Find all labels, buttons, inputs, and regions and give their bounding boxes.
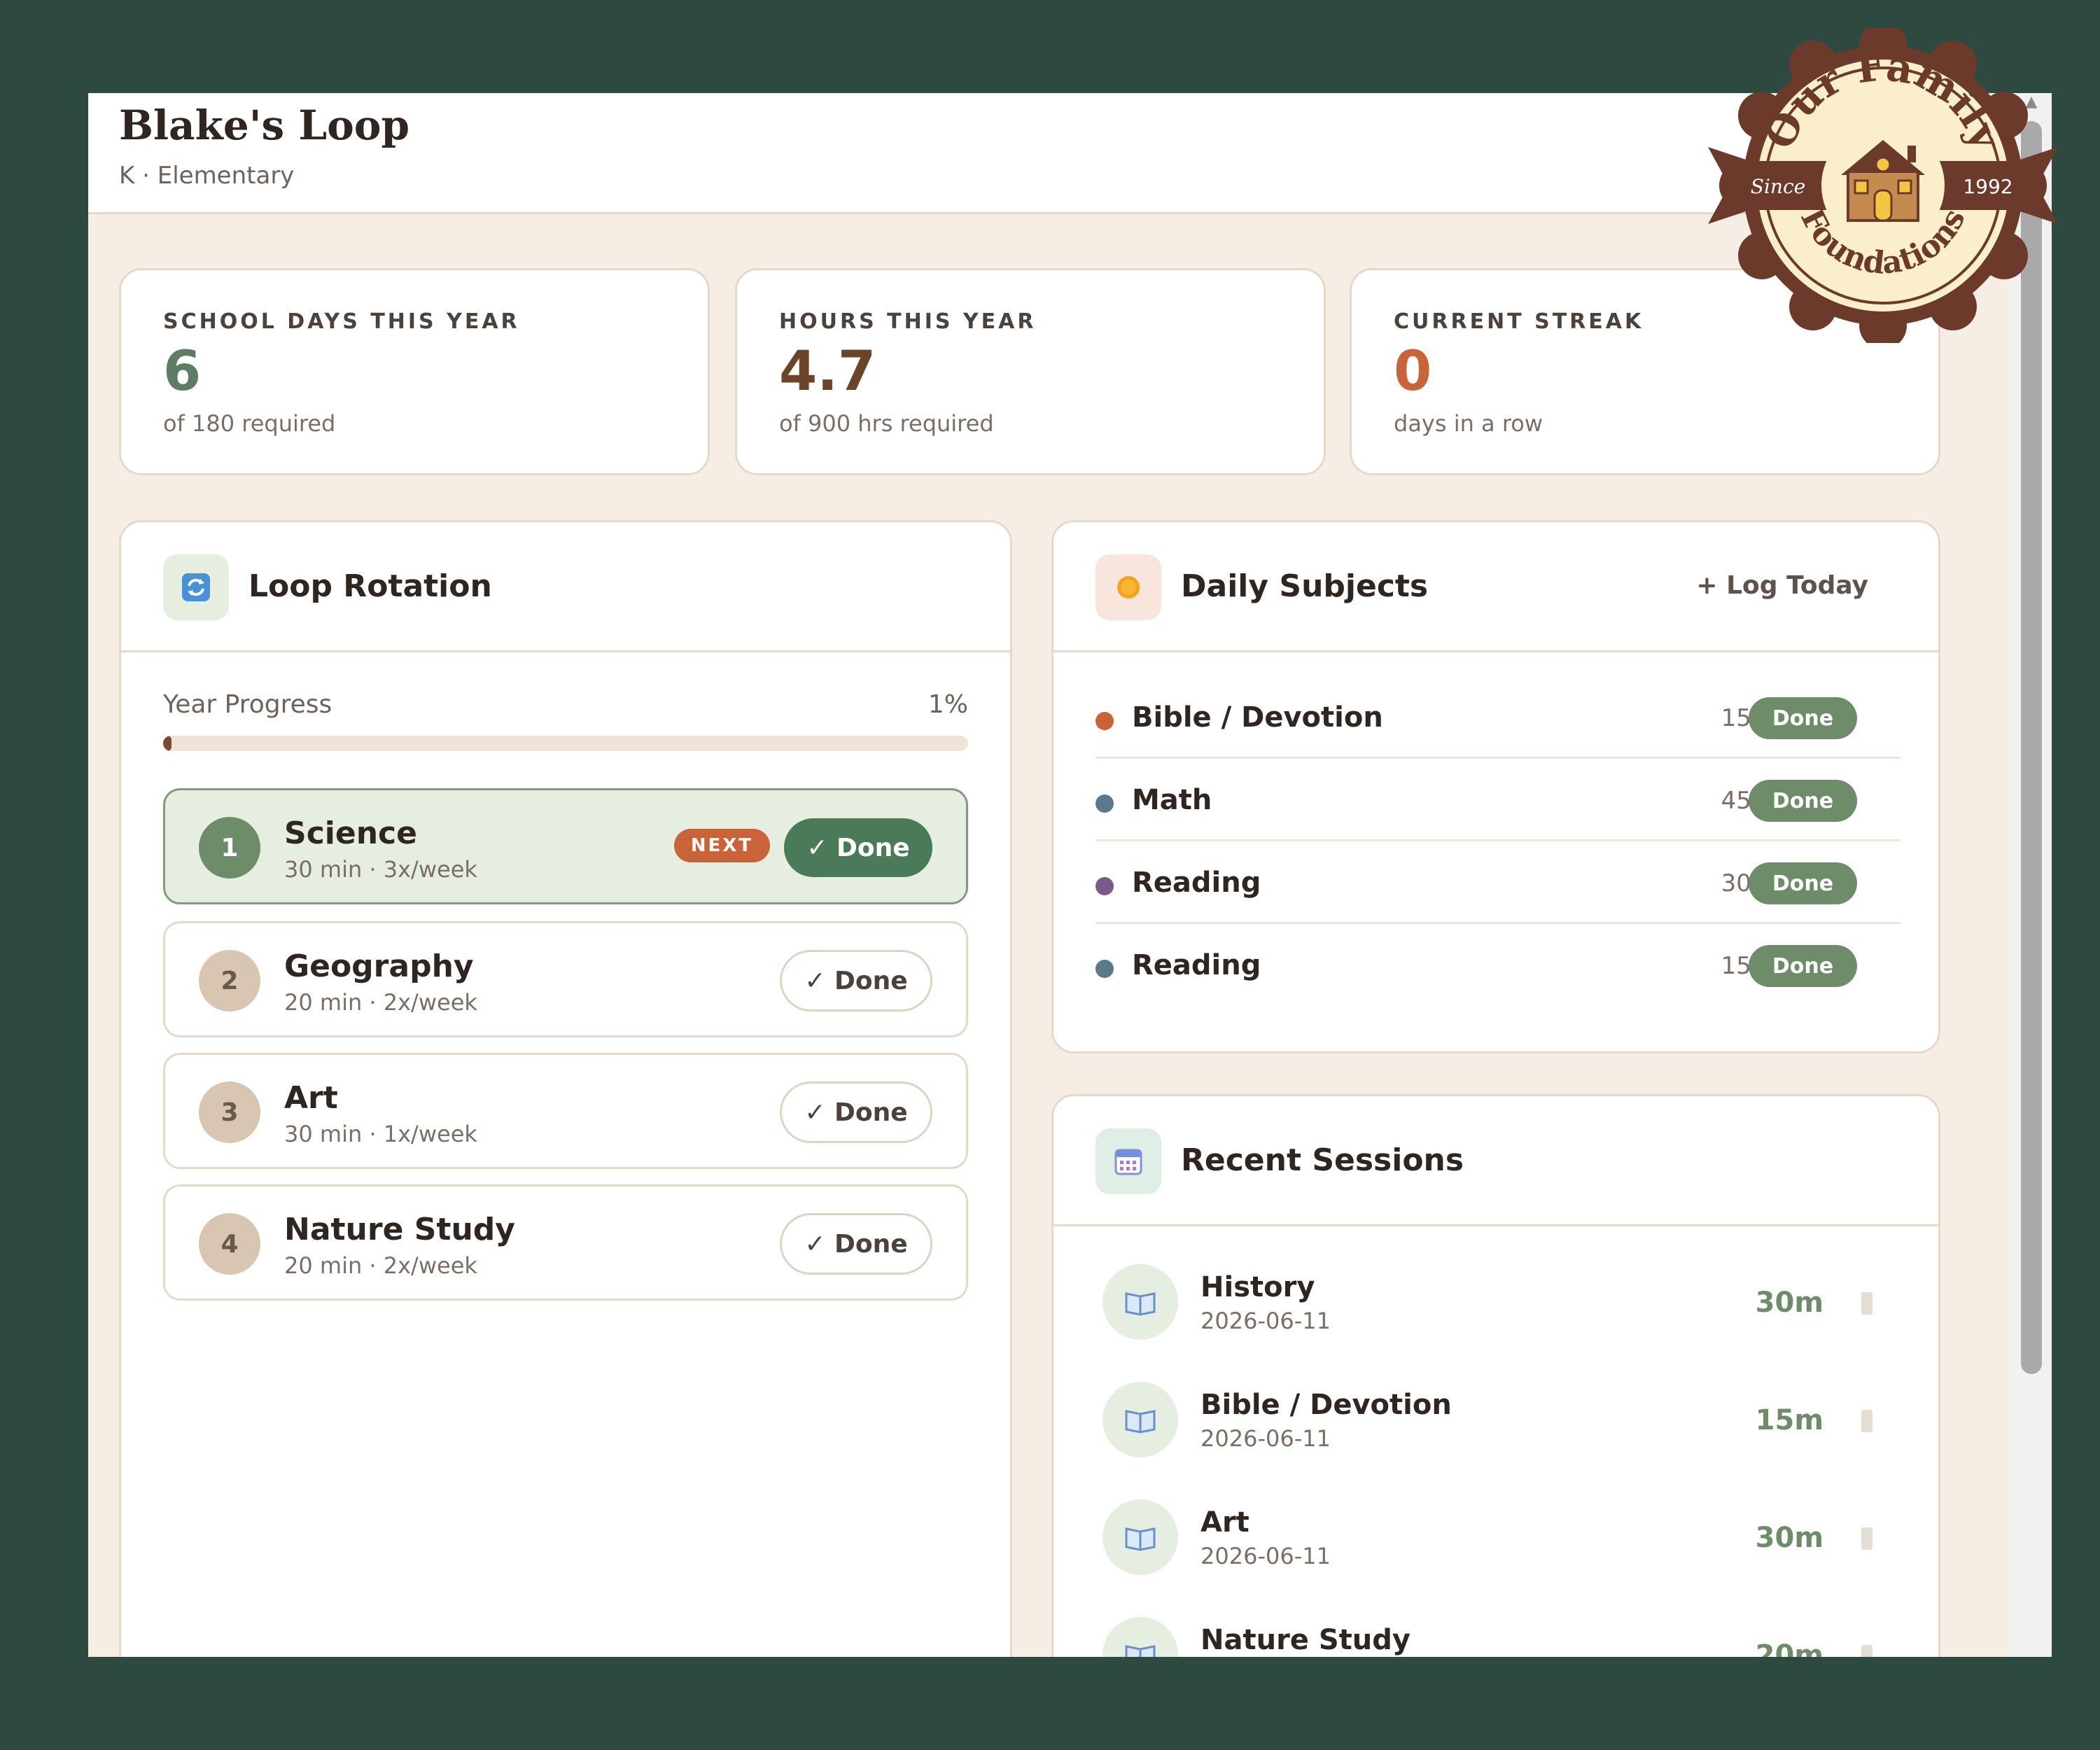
- page-title: Blake's Loop: [119, 102, 410, 149]
- page-subtitle: K · Elementary: [119, 162, 295, 190]
- panel-title: Daily Subjects: [1181, 568, 1429, 604]
- list-item: History 2026-06-11 30m: [1096, 1250, 1900, 1355]
- loop-item-number: 4: [199, 1213, 260, 1275]
- loop-rotation-panel: Loop Rotation Year Progress 1% 1 Science…: [119, 520, 1012, 1657]
- loop-item-name: Art: [284, 1080, 338, 1116]
- book-icon: [1102, 1382, 1178, 1457]
- year-progress-bar: [163, 736, 968, 751]
- book-icon: [1102, 1264, 1178, 1340]
- stat-label: HOURS THIS YEAR: [779, 309, 1037, 334]
- list-item: Bible / Devotion 15m Done: [1096, 676, 1900, 759]
- our-family-foundations-logo: Our Family Foundations Since 1992: [1708, 22, 2058, 349]
- panel-header: Loop Rotation: [121, 522, 1010, 652]
- session-duration: 20m: [1755, 1639, 1823, 1657]
- session-duration: 15m: [1755, 1404, 1823, 1436]
- logo-right-text: 1992: [1963, 175, 2012, 198]
- subject-color-dot: [1096, 877, 1114, 895]
- recent-sessions-panel: Recent Sessions History 2026-06-11 30m B…: [1051, 1094, 1940, 1657]
- stat-value: 6: [163, 340, 202, 403]
- stat-value: 4.7: [779, 340, 876, 403]
- loop-item-name: Nature Study: [284, 1212, 515, 1247]
- session-date: 2026-06-11: [1200, 1308, 1331, 1334]
- mark-done-button[interactable]: ✓ Done: [784, 818, 932, 877]
- year-progress-fill: [163, 736, 172, 751]
- subject-color-dot: [1096, 712, 1114, 730]
- loop-item-science[interactable]: 1 Science 30 min · 3x/week NEXT ✓ Done: [163, 788, 968, 904]
- subject-color-dot: [1096, 960, 1114, 978]
- loop-item-meta: 20 min · 2x/week: [284, 1252, 477, 1279]
- book-icon: [1102, 1617, 1178, 1657]
- loop-item-meta: 30 min · 3x/week: [284, 856, 477, 883]
- session-subject: History: [1200, 1271, 1315, 1303]
- stat-label: SCHOOL DAYS THIS YEAR: [163, 309, 520, 334]
- loop-item-art[interactable]: 3 Art 30 min · 1x/week ✓ Done: [163, 1053, 968, 1169]
- subject-name: Math: [1132, 784, 1212, 816]
- done-status-button[interactable]: Done: [1749, 697, 1857, 739]
- stat-label: CURRENT STREAK: [1394, 309, 1644, 334]
- stat-subtext: of 900 hrs required: [779, 410, 994, 437]
- loop-item-geography[interactable]: 2 Geography 20 min · 2x/week ✓ Done: [163, 921, 968, 1037]
- subject-name: Bible / Devotion: [1132, 701, 1383, 734]
- subject-color-dot: [1096, 794, 1114, 813]
- list-item: Nature Study 20m: [1096, 1603, 1900, 1657]
- list-item: Reading 30m Done: [1096, 841, 1900, 924]
- sun-icon: [1096, 554, 1161, 620]
- next-badge: NEXT: [673, 829, 770, 862]
- loop-item-number: 3: [199, 1082, 260, 1143]
- panel-header: Daily Subjects + Log Today: [1054, 522, 1938, 652]
- stat-card-hours: HOURS THIS YEAR 4.7 of 900 hrs required: [735, 268, 1326, 475]
- loop-item-number: 1: [199, 817, 260, 878]
- trash-icon[interactable]: [1861, 1527, 1872, 1550]
- session-subject: Nature Study: [1200, 1624, 1410, 1656]
- loop-item-meta: 30 min · 1x/week: [284, 1121, 477, 1147]
- mark-done-button[interactable]: ✓ Done: [780, 1213, 932, 1275]
- trash-icon[interactable]: [1861, 1645, 1872, 1657]
- year-progress-label: Year Progress: [163, 690, 332, 719]
- session-duration: 30m: [1755, 1522, 1823, 1554]
- list-item: Math 45m Done: [1096, 759, 1900, 841]
- stat-subtext: of 180 required: [163, 410, 336, 437]
- loop-item-name: Geography: [284, 948, 474, 984]
- log-today-button[interactable]: + Log Today: [1696, 571, 1868, 600]
- refresh-icon: [163, 554, 229, 620]
- loop-item-nature-study[interactable]: 4 Nature Study 20 min · 2x/week ✓ Done: [163, 1184, 968, 1301]
- list-item: Bible / Devotion 2026-06-11 15m: [1096, 1368, 1900, 1473]
- calendar-icon: [1096, 1128, 1161, 1194]
- logo-left-text: Since: [1751, 175, 1805, 198]
- stat-value: 0: [1394, 340, 1432, 403]
- stat-card-school-days: SCHOOL DAYS THIS YEAR 6 of 180 required: [119, 268, 710, 475]
- list-item: Art 2026-06-11 30m: [1096, 1485, 1900, 1590]
- done-status-button[interactable]: Done: [1749, 945, 1857, 987]
- panel-header: Recent Sessions: [1054, 1096, 1938, 1226]
- daily-subjects-panel: Daily Subjects + Log Today Bible / Devot…: [1051, 520, 1940, 1054]
- mark-done-button[interactable]: ✓ Done: [780, 1082, 932, 1143]
- panel-title: Recent Sessions: [1181, 1142, 1464, 1178]
- trash-icon[interactable]: [1861, 1292, 1872, 1315]
- session-date: 2026-06-11: [1200, 1543, 1331, 1569]
- session-subject: Art: [1200, 1506, 1250, 1539]
- loop-item-name: Science: [284, 816, 417, 851]
- book-icon: [1102, 1499, 1178, 1575]
- done-status-button[interactable]: Done: [1749, 862, 1857, 904]
- stat-subtext: days in a row: [1394, 410, 1544, 437]
- subject-name: Reading: [1132, 867, 1261, 899]
- loop-item-meta: 20 min · 2x/week: [284, 989, 477, 1016]
- list-item: Reading 15m Done: [1096, 924, 1900, 1007]
- session-duration: 30m: [1755, 1287, 1823, 1319]
- mark-done-button[interactable]: ✓ Done: [780, 950, 932, 1011]
- year-progress-percent: 1%: [927, 690, 968, 719]
- session-date: 2026-06-11: [1200, 1425, 1331, 1452]
- session-subject: Bible / Devotion: [1200, 1389, 1452, 1421]
- subject-name: Reading: [1132, 949, 1261, 981]
- loop-item-number: 2: [199, 950, 260, 1011]
- panel-title: Loop Rotation: [248, 568, 492, 604]
- done-status-button[interactable]: Done: [1749, 780, 1857, 822]
- trash-icon[interactable]: [1861, 1410, 1872, 1432]
